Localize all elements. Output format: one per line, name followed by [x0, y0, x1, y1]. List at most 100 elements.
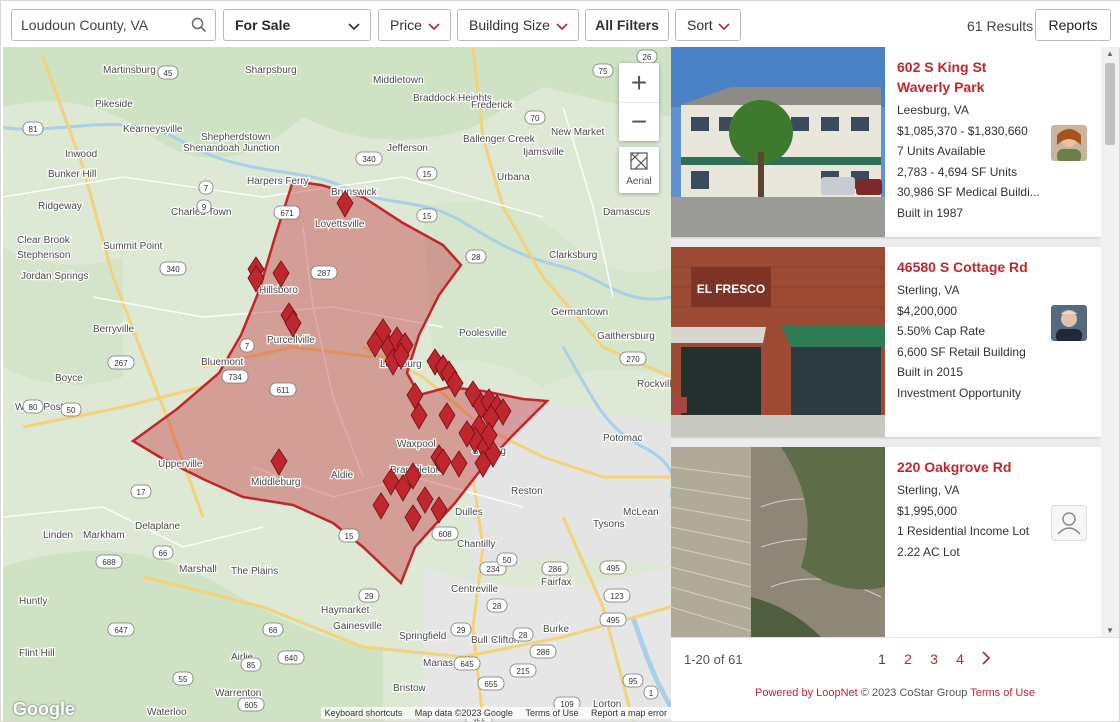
- listing-title[interactable]: 220 Oakgrove Rd: [897, 457, 1057, 477]
- google-logo: Google: [13, 699, 75, 719]
- listing-card[interactable]: 220 Oakgrove Rd Sterling, VA $1,995,000 …: [671, 447, 1101, 637]
- listing-building: 30,986 SF Medical Buildi...: [897, 185, 1040, 200]
- all-filters-label: All Filters: [595, 17, 659, 33]
- chevron-down-icon: [347, 19, 361, 36]
- road-shield-icon: 95: [622, 673, 644, 688]
- user-icon: [1057, 512, 1081, 535]
- footer-terms-link[interactable]: Terms of Use: [970, 687, 1035, 699]
- listing-title[interactable]: 602 S King St: [897, 57, 1057, 77]
- keyboard-shortcuts-link[interactable]: Keyboard shortcuts: [325, 708, 403, 718]
- page-1-link[interactable]: 1: [869, 651, 895, 668]
- map-terms-link[interactable]: Terms of Use: [525, 708, 578, 718]
- reports-label: Reports: [1048, 17, 1098, 33]
- map-place-label: Tysons: [593, 519, 625, 530]
- listing-card[interactable]: EL FRESCO 46580 S Cottage Rd Sterling, V…: [671, 247, 1101, 437]
- report-map-error-link[interactable]: Report a map error: [591, 708, 667, 718]
- svg-text:605: 605: [244, 701, 258, 710]
- listing-card[interactable]: 602 S King St Waverly Park Leesburg, VA …: [671, 47, 1101, 237]
- map-place-label: Bunker Hill: [48, 169, 96, 180]
- road-shield-icon: 286: [529, 644, 557, 659]
- powered-by-link[interactable]: Powered by LoopNet: [755, 687, 858, 699]
- map-place-label: Inwood: [65, 149, 97, 160]
- all-filters-button[interactable]: All Filters: [585, 9, 669, 41]
- map-place-label: Gainesville: [333, 621, 382, 632]
- svg-text:66: 66: [159, 549, 168, 558]
- aerial-toggle-button[interactable]: Aerial: [619, 147, 659, 193]
- map-place-label: Rockville: [637, 379, 671, 390]
- scroll-up-arrow-icon[interactable]: ▲: [1106, 49, 1114, 58]
- zoom-out-button[interactable]: −: [619, 102, 659, 141]
- price-filter-button[interactable]: Price: [378, 9, 451, 41]
- map-place-label: Middleburg: [251, 477, 300, 488]
- road-shield-icon: 9: [196, 199, 212, 214]
- agent-avatar-placeholder[interactable]: [1051, 505, 1087, 541]
- page-4-link[interactable]: 4: [947, 651, 973, 668]
- page-3-link[interactable]: 3: [921, 651, 947, 668]
- svg-text:123: 123: [610, 592, 624, 601]
- map-place-label: The Plains: [231, 566, 278, 577]
- map-place-label: Jefferson: [387, 143, 428, 154]
- road-shield-icon: 645: [453, 656, 481, 671]
- svg-text:17: 17: [137, 488, 146, 497]
- listing-results-list[interactable]: 602 S King St Waverly Park Leesburg, VA …: [671, 47, 1101, 637]
- listing-price: $1,085,370 - $1,830,660: [897, 123, 1028, 138]
- map-place-label: Chantilly: [457, 539, 495, 550]
- search-icon[interactable]: [191, 17, 207, 36]
- svg-text:81: 81: [29, 125, 38, 134]
- road-shield-icon: 270: [619, 351, 647, 366]
- building-size-filter-button[interactable]: Building Size: [457, 9, 579, 41]
- road-shield-icon: 50: [496, 552, 518, 567]
- page-2-link[interactable]: 2: [895, 651, 921, 668]
- agent-avatar[interactable]: [1051, 125, 1087, 161]
- map-view[interactable]: Martinsburg Sharpsburg Middletown Braddock …: [3, 47, 671, 721]
- map-place-label: Germantown: [551, 307, 608, 318]
- svg-text:495: 495: [606, 564, 620, 573]
- next-page-chevron-icon[interactable]: [973, 651, 999, 668]
- scrollbar-thumb[interactable]: [1105, 63, 1115, 145]
- svg-text:15: 15: [423, 170, 432, 179]
- location-search-input[interactable]: Loudoun County, VA: [11, 9, 216, 41]
- road-shield-icon: 29: [358, 588, 380, 603]
- sort-button[interactable]: Sort: [675, 9, 741, 41]
- listing-units: 7 Units Available: [897, 144, 986, 159]
- map-place-label: Flint Hill: [19, 648, 55, 659]
- map-place-label: Martinsburg: [103, 65, 156, 76]
- road-shield-icon: 647: [107, 622, 135, 637]
- map-attribution: Keyboard shortcuts Map data ©2023 Google…: [320, 707, 671, 719]
- listing-subtitle[interactable]: Waverly Park: [897, 77, 1057, 97]
- zoom-in-button[interactable]: +: [619, 63, 659, 102]
- reports-button[interactable]: Reports: [1035, 9, 1111, 41]
- svg-text:688: 688: [102, 558, 116, 567]
- listing-cap-rate: 5.50% Cap Rate: [897, 324, 986, 339]
- map-canvas[interactable]: Martinsburg SharpsburgMiddletownBraddock …: [3, 47, 671, 721]
- scroll-down-arrow-icon[interactable]: ▼: [1106, 626, 1114, 635]
- road-shield-icon: 28: [486, 598, 508, 613]
- map-place-label: Gaithersburg: [597, 331, 655, 342]
- listing-title[interactable]: 46580 S Cottage Rd: [897, 257, 1057, 277]
- chevron-down-icon: [555, 19, 569, 36]
- svg-text:29: 29: [365, 592, 374, 601]
- filter-toolbar: Loudoun County, VA For Sale Price Buildi…: [1, 1, 1120, 47]
- map-place-label: Clear Brook: [17, 235, 71, 246]
- map-place-label: McLean: [623, 507, 659, 518]
- listing-photo[interactable]: [671, 47, 885, 237]
- road-shield-icon: 26: [636, 49, 658, 64]
- road-shield-icon: 688: [95, 554, 123, 569]
- road-shield-icon: 608: [431, 526, 459, 541]
- satellite-icon: [630, 152, 648, 170]
- svg-text:15: 15: [423, 212, 432, 221]
- map-place-label: Berryville: [93, 324, 135, 335]
- map-place-label: Reston: [511, 486, 543, 497]
- listing-photo[interactable]: EL FRESCO: [671, 247, 885, 437]
- agent-avatar[interactable]: [1051, 305, 1087, 341]
- svg-text:270: 270: [626, 355, 640, 364]
- map-place-label: Bluemont: [201, 357, 243, 368]
- svg-text:28: 28: [472, 253, 481, 262]
- listing-unit-size: 2,783 - 4,694 SF Units: [897, 164, 1018, 179]
- map-place-label: Stephenson: [17, 250, 70, 261]
- svg-text:215: 215: [516, 667, 530, 676]
- list-scrollbar[interactable]: ▲ ▼: [1101, 47, 1119, 637]
- listing-photo[interactable]: [671, 447, 885, 637]
- listing-lot-type: 1 Residential Income Lot: [897, 524, 1030, 539]
- listing-type-select[interactable]: For Sale: [223, 9, 371, 41]
